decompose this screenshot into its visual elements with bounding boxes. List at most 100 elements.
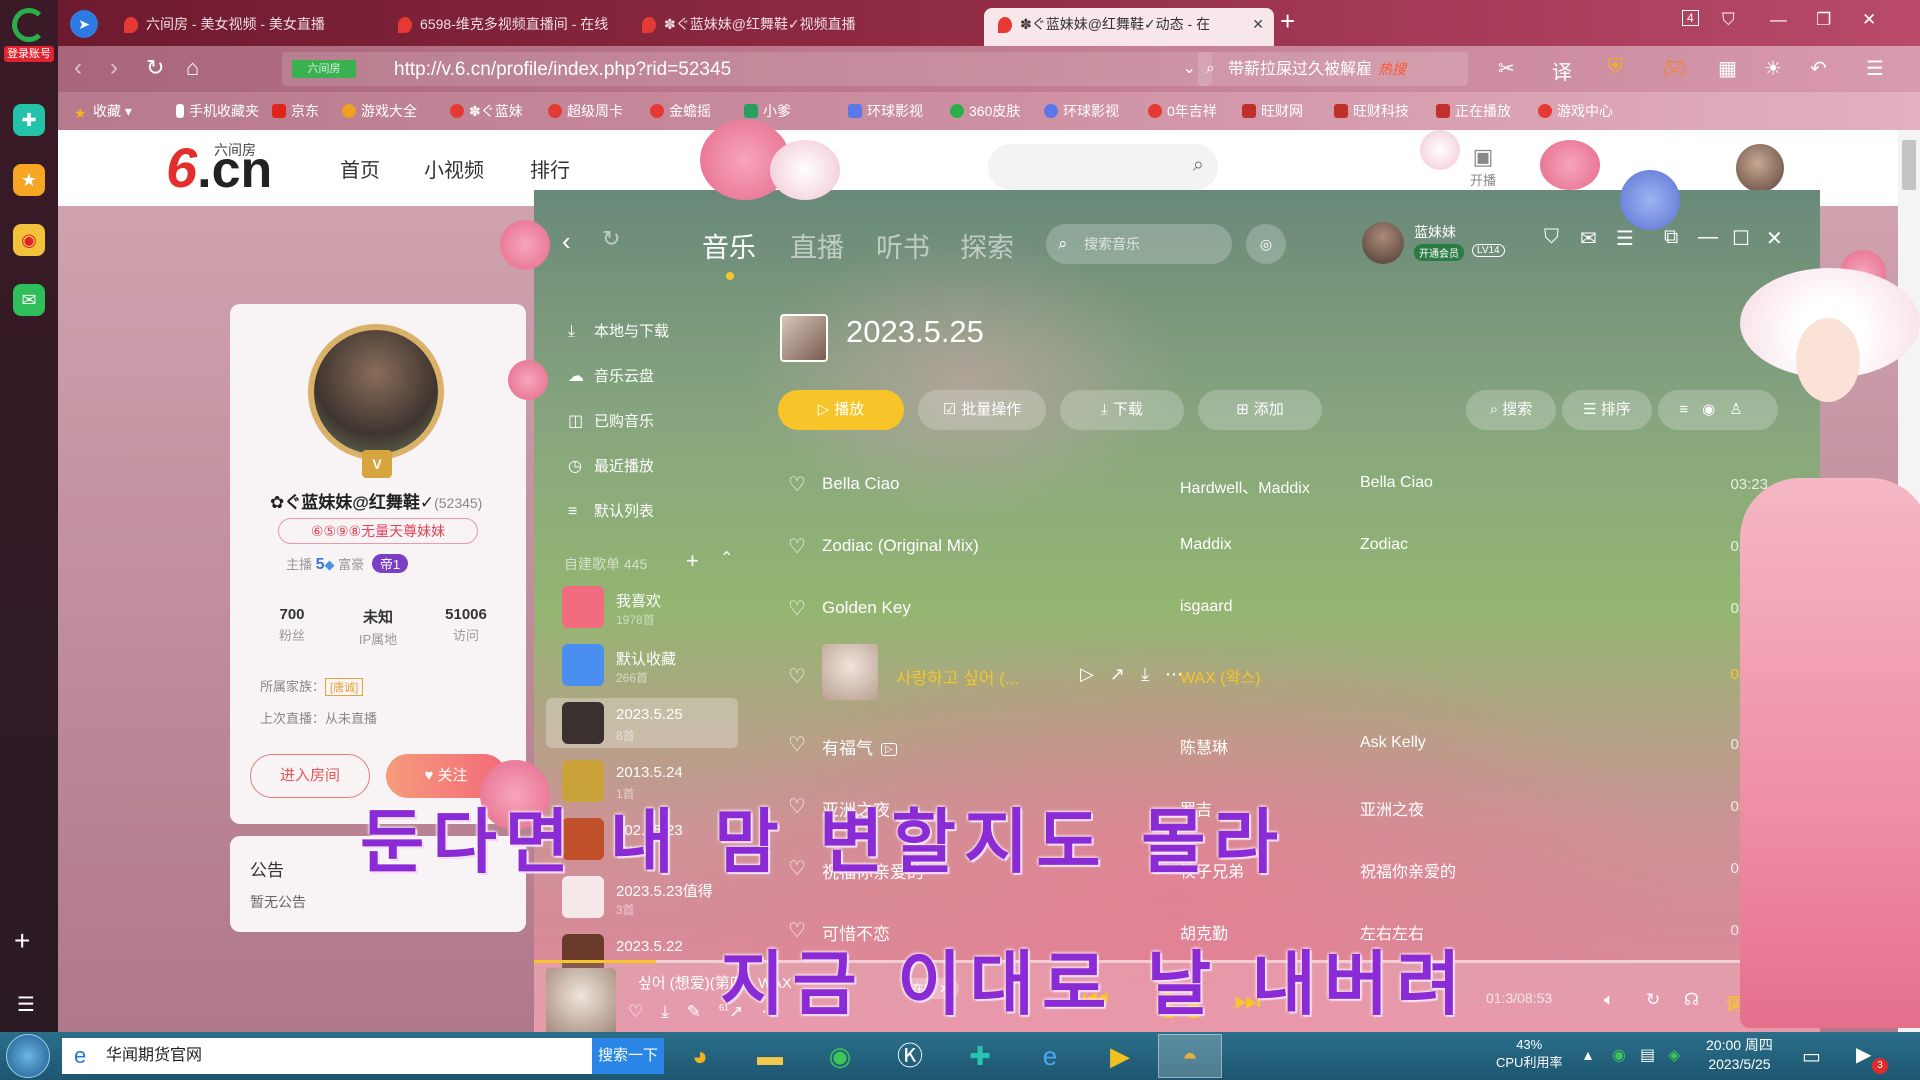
url-text[interactable]: http://v.6.cn/profile/index.php?rid=5234… [394,59,731,81]
active-browser-icon[interactable]: ◓ [1158,1034,1222,1078]
scissors-icon[interactable]: ✂ [1498,56,1515,81]
tray-expand-icon[interactable]: ▴ [1584,1045,1592,1065]
bookmark-item[interactable]: 超级周卡 [548,101,623,121]
tab-live[interactable]: 直播 [790,226,844,265]
volume-icon[interactable]: 🔈︎ [1604,990,1614,1010]
list-view-icon[interactable]: ≡ [1679,401,1702,418]
heart-icon[interactable]: ♡ [788,664,806,689]
start-live-button[interactable]: ▣ 开播 [1470,144,1496,189]
tab-profile-active[interactable]: ✽ぐ蓝妹妹@红舞鞋✓动态 - 在 ✕ [984,8,1274,46]
home-icon[interactable]: ⌂ [186,56,199,80]
now-playing-cover[interactable] [546,968,616,1034]
locate-icon[interactable]: ◉ [1702,401,1729,418]
list-search-button[interactable]: ⌕ 搜索 [1466,390,1556,430]
song-artist[interactable]: Hardwell、Maddix [1180,474,1310,498]
menu-icon[interactable]: ☰ [1866,56,1884,81]
song-artist[interactable]: isgaard [1180,598,1232,616]
browser-home-tab-icon[interactable]: ➤ [70,10,98,38]
song-artist[interactable]: 陈慧琳 [1180,734,1228,758]
tab-live-room[interactable]: 6598-维克多视频直播间 - 在线 [384,8,667,46]
ai-assistant-icon[interactable]: ✚ [13,104,45,136]
table-row[interactable]: ♡ Golden Key isgaard 03:13 [780,580,1788,638]
minimize-icon[interactable]: — [1770,10,1787,30]
taskbar-search-input[interactable]: e 华闻期货官网 [62,1038,592,1074]
playlist-item[interactable]: 我喜欢 1978首 [546,582,738,632]
tab-6cn-home[interactable]: 六间房 - 美女视频 - 美女直播 [110,8,393,46]
share-icon[interactable]: ↗ [1110,664,1141,684]
url-bar[interactable]: 六间房 http://v.6.cn/profile/index.php?rid=… [282,52,1212,86]
bookmark-item[interactable]: 旺财科技 [1334,101,1409,121]
song-artist[interactable]: WAX (왁스) [1180,664,1260,688]
batch-operation-button[interactable]: ☑ 批量操作 [918,390,1046,430]
sidebar-menu-icon[interactable]: ☰ [17,992,35,1017]
collapse-icon[interactable]: ⌃ [720,548,733,568]
clock[interactable]: 20:00 周四 2023/5/25 [1706,1036,1773,1074]
6cn-logo[interactable]: 6.cn 六间房 [166,140,272,199]
back-icon[interactable]: ‹ [74,56,82,80]
back-icon[interactable]: ‹ [562,226,571,257]
nav-ranking[interactable]: 排行 [530,154,570,183]
bookmark-item[interactable]: 环球影视 [1044,101,1119,121]
song-album[interactable]: Ask Kelly [1360,734,1426,752]
song-album[interactable]: 亚洲之夜 [1360,796,1424,820]
sidebar-item-default-list[interactable]: ≡ 默认列表 [568,500,654,521]
nav-short-video[interactable]: 小视频 [424,154,484,183]
tray-app-icon[interactable]: ▶ [1856,1042,1871,1067]
bookmark-item[interactable]: ✽ぐ蓝妹 [450,101,523,121]
restore-icon[interactable]: ❐ [1816,10,1831,30]
undo-icon[interactable]: ↶ [1810,56,1827,81]
ie-icon[interactable]: e [1018,1034,1082,1078]
brightness-icon[interactable]: ☀ [1764,56,1782,81]
play-icon[interactable]: ▷ [1080,664,1110,684]
close-icon[interactable]: ✕ [1766,226,1783,251]
download-icon[interactable]: ⤓ [1141,664,1165,684]
bookmark-item[interactable]: 正在播放 [1436,101,1511,121]
bookmark-item[interactable]: 游戏中心 [1538,101,1613,121]
playlist-item-selected[interactable]: 2023.5.25 8首 [546,698,738,748]
song-artist[interactable]: Maddix [1180,536,1232,554]
heart-icon[interactable]: ♡ [788,596,806,621]
browser-search-box[interactable]: ⌕ 带薪拉屎过久被解雇 热搜 [1198,52,1468,86]
scrollbar-thumb[interactable] [1902,140,1916,190]
heart-icon[interactable]: ♡ [788,472,806,497]
mail-icon[interactable]: ✉ [13,284,45,316]
headphones-icon[interactable]: ☊ [1684,990,1699,1010]
360-browser-icon[interactable]: ◉ [808,1034,872,1078]
menu-icon[interactable]: ☰ [1616,226,1634,251]
playlist-item[interactable]: 默认收藏 266首 [546,640,738,690]
mail-icon[interactable]: ✉ [1580,226,1597,251]
notification-icon[interactable]: ▭ [1802,1044,1821,1069]
sidebar-item-local[interactable]: ⤓ 本地与下载 [568,320,669,341]
music-search-input[interactable]: ⌕ 搜索音乐 [1046,224,1232,264]
family-tag[interactable]: [唐诚] [325,678,364,696]
kugou-icon[interactable]: Ⓚ [878,1034,942,1078]
start-button[interactable] [6,1034,50,1078]
song-album[interactable]: Bella Ciao [1360,474,1433,492]
table-row[interactable]: ♡ 有福气▷ 陈慧琳 Ask Kelly 03:12 [780,716,1788,774]
tab-explore[interactable]: 探索 [960,226,1014,265]
cpu-usage[interactable]: 43% CPU利用率 [1496,1036,1562,1072]
desktop-lyric-line-1[interactable]: 둔다면 내 맘 변할지도 몰라 [360,786,1286,887]
close-window-icon[interactable]: ✕ [1862,10,1876,30]
tab-audiobook[interactable]: 听书 [876,226,930,265]
reload-icon[interactable]: ↻ [146,56,164,80]
bookmark-item[interactable]: 手机收藏夹 [176,101,259,121]
sidebar-item-cloud[interactable]: ☁ 音乐云盘 [568,365,654,386]
weibo-icon[interactable]: ◉ [13,224,45,256]
skin-shirt-icon[interactable]: ⛉ [1722,10,1735,30]
taskbar-search-button[interactable]: 搜索一下 [592,1038,664,1074]
download-icon[interactable]: ⤓ [661,1002,687,1021]
favorites-star-icon[interactable]: ★ [13,164,45,196]
shield-icon[interactable]: ⛨ [1608,56,1623,79]
nav-home[interactable]: 首页 [340,154,380,183]
maximize-icon[interactable]: ☐ [1732,226,1750,251]
bookmark-item[interactable]: 360皮肤 [950,101,1020,121]
app-icon[interactable]: ✚ [948,1034,1012,1078]
360-tray-icon[interactable]: ◉ [1612,1045,1626,1065]
bookmark-item[interactable]: 0年吉祥 [1148,101,1217,121]
mv-icon[interactable]: ▷ [881,743,897,756]
mini-mode-icon[interactable]: ⧉ [1664,226,1678,249]
translate-icon[interactable]: 译 [1552,56,1572,85]
bookmark-item[interactable]: 游戏大全 [342,101,417,121]
tab-music[interactable]: 音乐 [702,226,756,265]
